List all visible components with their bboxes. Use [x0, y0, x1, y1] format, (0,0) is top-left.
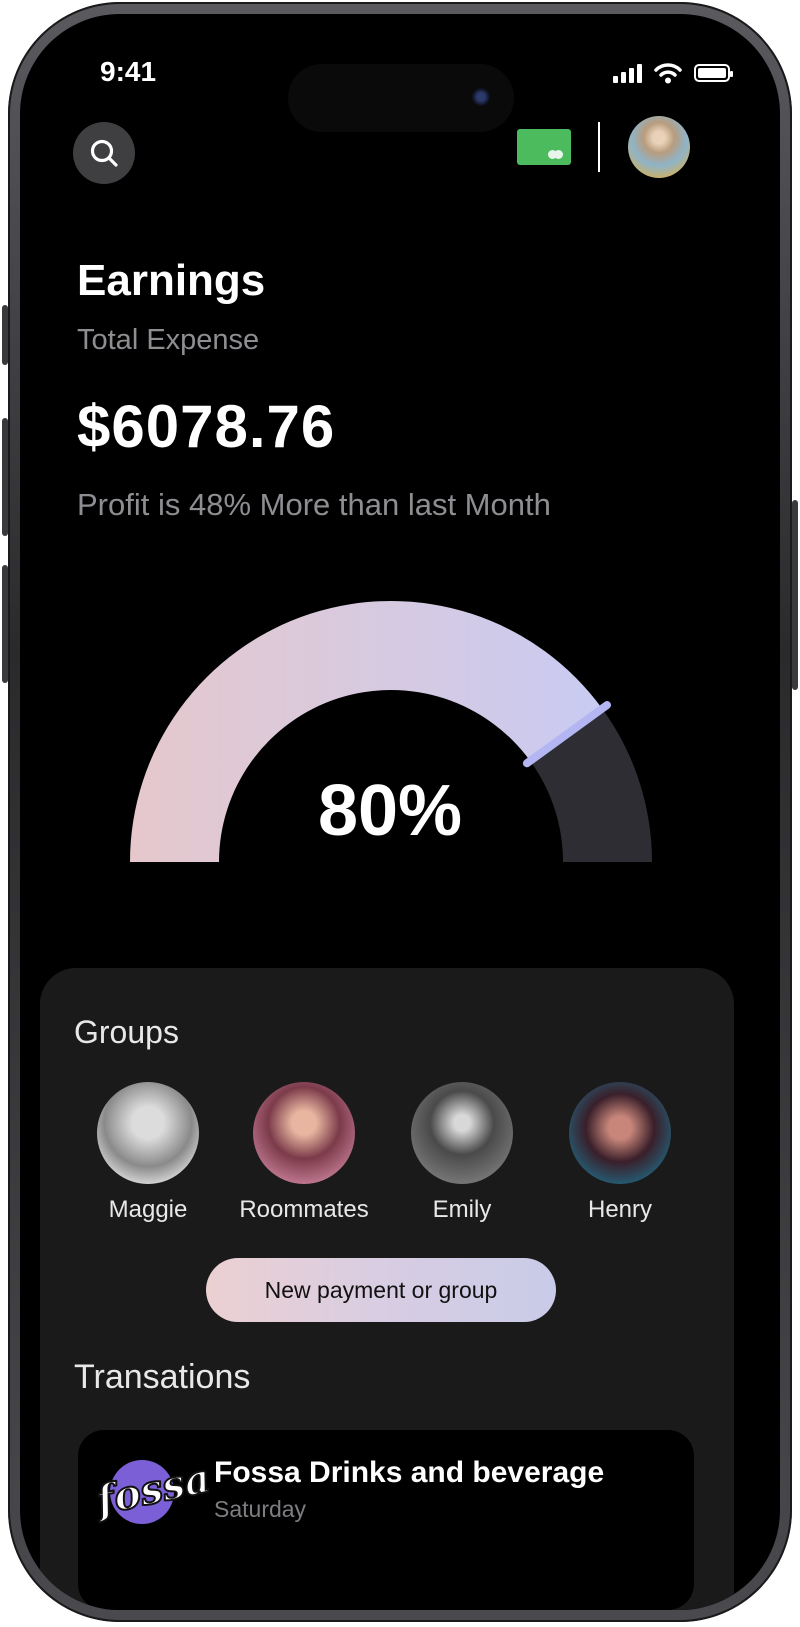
- new-payment-button[interactable]: New payment or group: [206, 1258, 556, 1322]
- gauge-percent: 80%: [317, 771, 463, 851]
- search-button[interactable]: [73, 122, 135, 184]
- dynamic-island: [288, 64, 514, 132]
- side-button-power: [792, 500, 798, 690]
- total-amount: $6078.76: [77, 393, 336, 460]
- group-member[interactable]: Henry: [545, 1082, 695, 1224]
- credit-card-icon[interactable]: [517, 129, 571, 165]
- search-icon: [90, 139, 118, 167]
- header-divider: [598, 122, 600, 172]
- screen: 9:41 Earnings Total Expense $6078.76 Pro…: [20, 14, 780, 1610]
- page-title: Earnings: [77, 256, 266, 305]
- member-photo: [97, 1082, 199, 1184]
- group-member[interactable]: Roommates: [229, 1082, 379, 1224]
- camera-icon: [472, 88, 490, 106]
- side-button-volume-down: [2, 565, 8, 683]
- wifi-icon: [654, 63, 682, 84]
- member-name: Roommates: [239, 1196, 369, 1223]
- member-photo: [253, 1082, 355, 1184]
- member-photo: [569, 1082, 671, 1184]
- signal-icon: [613, 63, 642, 83]
- groups-title: Groups: [74, 1014, 179, 1050]
- avatar[interactable]: [628, 116, 690, 178]
- group-member[interactable]: Emily: [387, 1082, 537, 1224]
- transaction-item[interactable]: fossa Fossa Drinks and beverage Saturday: [78, 1430, 694, 1610]
- member-name: Emily: [432, 1196, 492, 1223]
- total-expense-label: Total Expense: [77, 324, 260, 356]
- status-time: 9:41: [100, 56, 157, 87]
- group-member[interactable]: Maggie: [73, 1082, 223, 1224]
- side-button-volume-up: [2, 418, 8, 536]
- battery-icon: [694, 64, 733, 82]
- side-button-action: [2, 305, 8, 365]
- status-icons: [613, 62, 733, 84]
- member-name: Maggie: [108, 1196, 188, 1223]
- transactions-title: Transations: [74, 1358, 251, 1396]
- transaction-date: Saturday: [214, 1496, 307, 1522]
- member-photo: [411, 1082, 513, 1184]
- merchant-logo: fossa: [91, 1454, 215, 1526]
- member-name: Henry: [587, 1196, 653, 1223]
- merchant-name: Fossa Drinks and beverage: [214, 1456, 605, 1489]
- profit-text: Profit is 48% More than last Month: [77, 487, 551, 522]
